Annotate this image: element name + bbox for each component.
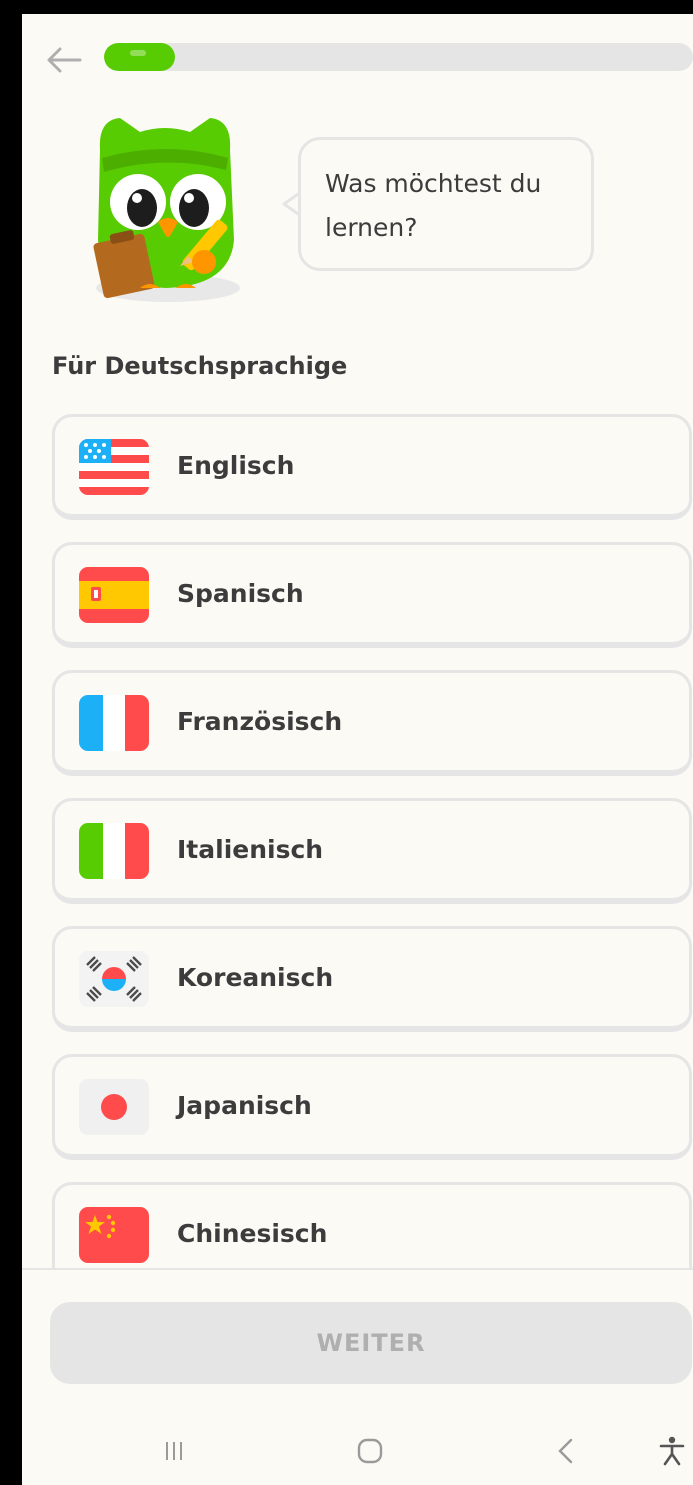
korea-flag-icon bbox=[79, 951, 149, 1007]
speech-bubble: Was möchtest du lernen? bbox=[298, 137, 594, 271]
back-chevron-icon bbox=[558, 1438, 573, 1464]
italy-flag-icon bbox=[79, 823, 149, 879]
section-title: Für Deutschsprachige bbox=[52, 352, 348, 380]
language-option-korean[interactable]: Koreanisch bbox=[52, 926, 692, 1032]
owl-mascot-icon bbox=[93, 118, 240, 302]
language-option-chinese[interactable]: Chinesisch bbox=[52, 1182, 692, 1268]
japan-flag-icon bbox=[79, 1079, 149, 1135]
android-nav-bar bbox=[22, 1418, 693, 1485]
language-label: Spanisch bbox=[177, 579, 304, 608]
home-icon bbox=[357, 1438, 383, 1464]
accessibility-button[interactable] bbox=[642, 1428, 693, 1474]
back-button[interactable] bbox=[42, 38, 86, 82]
home-button[interactable] bbox=[340, 1428, 400, 1474]
language-option-spanish[interactable]: Spanisch bbox=[52, 542, 692, 648]
china-flag-icon bbox=[79, 1207, 149, 1263]
recents-icon bbox=[166, 1442, 182, 1460]
progress-bar bbox=[104, 43, 693, 71]
system-back-button[interactable] bbox=[536, 1428, 596, 1474]
language-list[interactable]: Englisch Spanisch Französisch Italienisc… bbox=[52, 414, 693, 1268]
screen: Was möchtest du lernen? Für Deutschsprac… bbox=[22, 14, 693, 1485]
language-option-french[interactable]: Französisch bbox=[52, 670, 692, 776]
language-label: Italienisch bbox=[177, 835, 324, 864]
arrow-left-icon bbox=[47, 47, 82, 73]
recents-button[interactable] bbox=[144, 1428, 204, 1474]
language-label: Englisch bbox=[177, 451, 295, 480]
footer-divider bbox=[22, 1268, 693, 1270]
language-label: Koreanisch bbox=[177, 963, 334, 992]
continue-button[interactable]: WEITER bbox=[50, 1302, 692, 1384]
language-label: Französisch bbox=[177, 707, 343, 736]
language-option-english[interactable]: Englisch bbox=[52, 414, 692, 520]
language-option-italian[interactable]: Italienisch bbox=[52, 798, 692, 904]
language-option-japanese[interactable]: Japanisch bbox=[52, 1054, 692, 1160]
progress-fill bbox=[104, 43, 175, 71]
us-flag-icon bbox=[79, 439, 149, 495]
spain-flag-icon bbox=[79, 567, 149, 623]
france-flag-icon bbox=[79, 695, 149, 751]
language-label: Japanisch bbox=[177, 1091, 312, 1120]
speech-text: Was möchtest du lernen? bbox=[325, 169, 542, 242]
language-label: Chinesisch bbox=[177, 1219, 328, 1248]
accessibility-icon bbox=[659, 1436, 685, 1466]
